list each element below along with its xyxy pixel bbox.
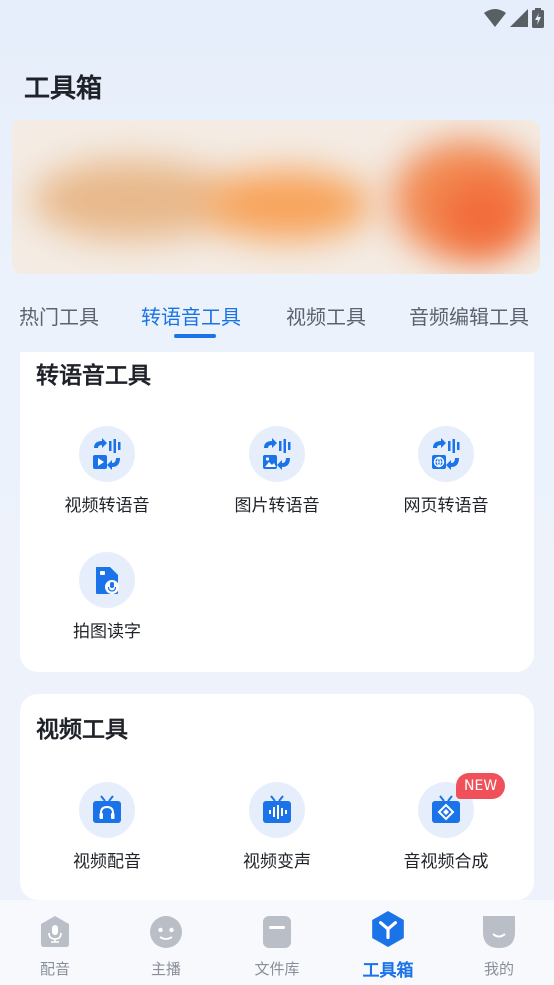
new-badge: NEW	[456, 773, 506, 799]
section-title: 视频工具	[36, 717, 128, 743]
tool-label: 网页转语音	[403, 496, 489, 516]
tool-webpage-to-speech[interactable]: 网页转语音	[361, 426, 531, 516]
toolbox-icon	[372, 911, 404, 947]
status-bar	[0, 0, 554, 36]
tab-speech-tools[interactable]: 转语音工具	[141, 301, 241, 330]
image-to-speech-icon	[249, 426, 305, 482]
tool-av-merge[interactable]: 音视频合成	[361, 782, 531, 872]
anchor-icon	[150, 916, 182, 948]
dubbing-icon	[41, 916, 69, 947]
tool-label: 视频配音	[73, 852, 141, 872]
file-library-icon	[263, 916, 291, 948]
nav-item-toolbox[interactable]: 工具箱	[348, 910, 428, 981]
tool-label: 拍图读字	[73, 622, 141, 642]
page-title: 工具箱	[24, 74, 103, 104]
tool-video-voice-change[interactable]: 视频变声	[192, 782, 362, 872]
tab-video-tools[interactable]: 视频工具	[286, 301, 366, 330]
nav-label: 工具箱	[362, 961, 414, 981]
tool-photo-read-text[interactable]: 拍图读字	[22, 552, 192, 642]
tool-video-dubbing[interactable]: 视频配音	[22, 782, 192, 872]
nav-label: 我的	[483, 960, 514, 978]
active-tab-indicator	[174, 334, 216, 338]
nav-label: 文件库	[254, 960, 300, 978]
tool-label: 视频转语音	[64, 496, 150, 516]
video-dubbing-icon	[79, 782, 135, 838]
section-title: 转语音工具	[36, 363, 151, 389]
tab-hot-tools[interactable]: 热门工具	[19, 301, 99, 330]
video-voice-change-icon	[249, 782, 305, 838]
profile-icon	[483, 916, 515, 948]
photo-read-text-icon	[79, 552, 135, 608]
battery-icon	[532, 8, 544, 28]
tool-label: 音视频合成	[403, 852, 489, 872]
nav-label: 主播	[150, 960, 181, 978]
tool-label: 图片转语音	[234, 496, 320, 516]
tab-audio-edit-tools[interactable]: 音频编辑工具	[409, 301, 529, 330]
promo-banner[interactable]	[12, 120, 540, 274]
webpage-to-speech-icon	[418, 426, 474, 482]
nav-item-dubbing[interactable]: 配音	[15, 914, 95, 979]
bottom-nav: 配音 主播 文件库 工具箱 我的	[0, 900, 554, 985]
nav-item-file-library[interactable]: 文件库	[237, 914, 317, 979]
wifi-icon	[484, 9, 506, 27]
speech-tools-card: 转语音工具 视频转语音 图片转语音 网页转语音 拍图读字	[20, 352, 534, 672]
cellular-signal-icon	[510, 9, 528, 27]
category-tabs: 热门工具 转语音工具 视频工具 音频编辑工具	[0, 296, 554, 344]
nav-label: 配音	[39, 960, 70, 978]
tool-label: 视频变声	[243, 852, 311, 872]
tool-video-to-speech[interactable]: 视频转语音	[22, 426, 192, 516]
nav-item-anchor[interactable]: 主播	[126, 914, 206, 979]
nav-item-profile[interactable]: 我的	[459, 914, 539, 979]
video-to-speech-icon	[79, 426, 135, 482]
tool-image-to-speech[interactable]: 图片转语音	[192, 426, 362, 516]
